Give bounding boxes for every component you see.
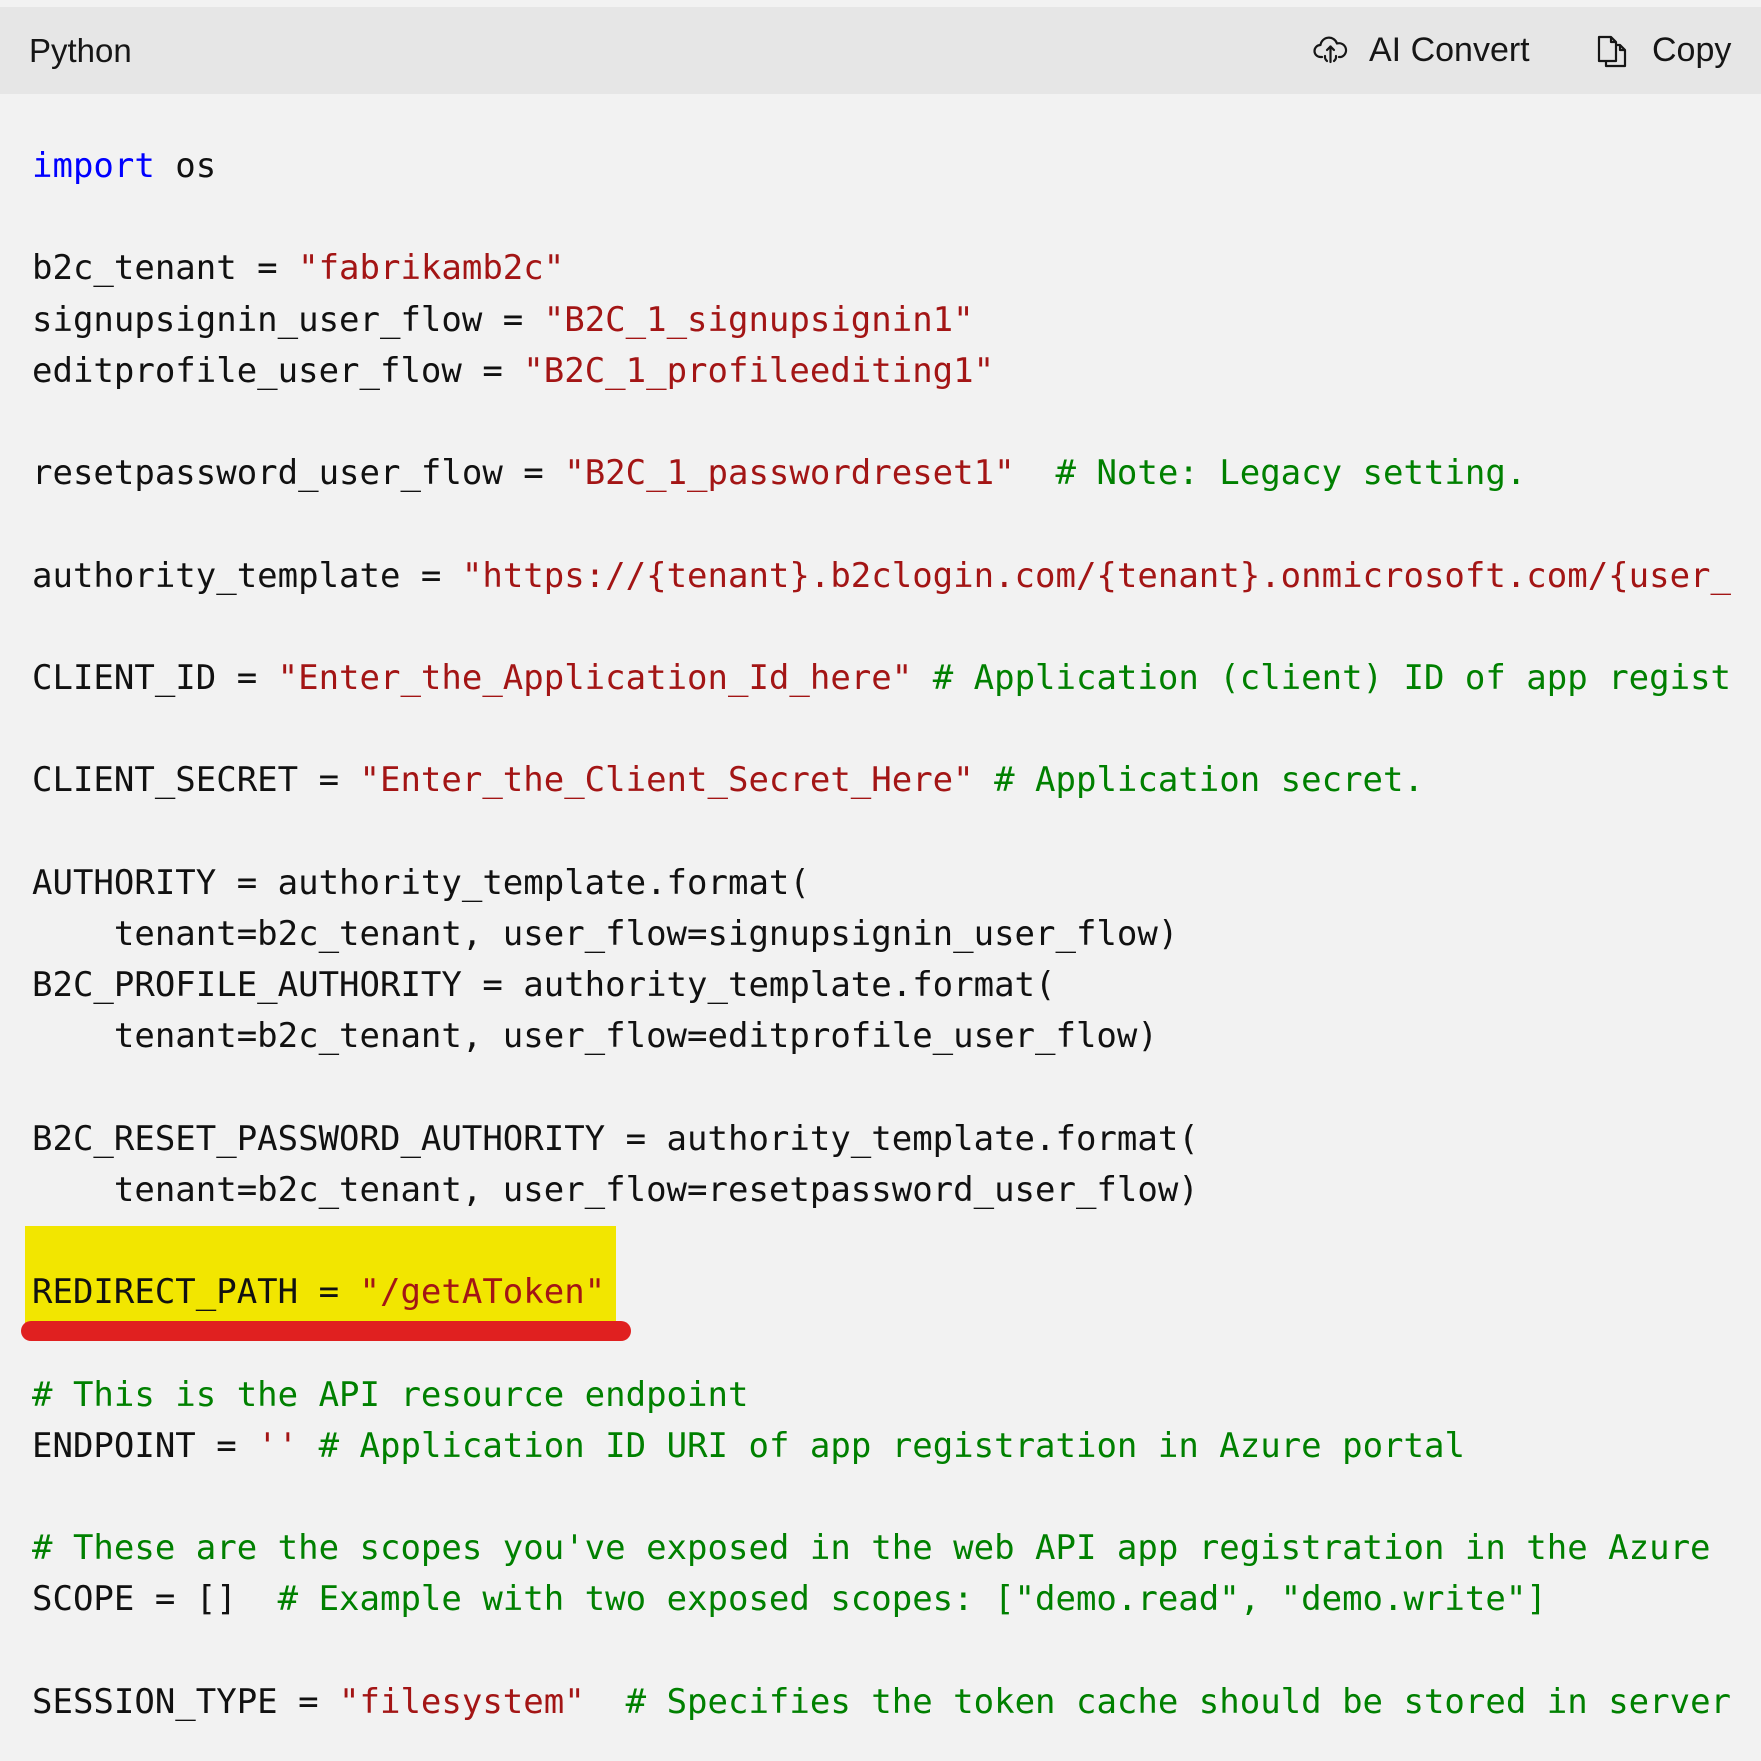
highlighted-code-line: REDIRECT_PATH = "/getAToken" xyxy=(32,1267,1731,1318)
copy-button[interactable]: Copy xyxy=(1594,7,1731,94)
code-token: tenant=b2c_tenant, user_flow=editprofile… xyxy=(32,1016,1158,1057)
code-string: "B2C_1_passwordreset1" xyxy=(564,453,1015,494)
language-label: Python xyxy=(29,32,132,69)
code-token: CLIENT_ID = xyxy=(32,657,278,698)
code-token: SCOPE = [] xyxy=(32,1579,278,1620)
code-comment: # These are the scopes you've exposed in… xyxy=(32,1528,1711,1569)
code-string: "fabrikamb2c" xyxy=(298,248,565,289)
code-token: signupsignin_user_flow = xyxy=(32,299,544,340)
code-line: signupsignin_user_flow = "B2C_1_signupsi… xyxy=(32,295,1731,346)
code-line: # This is the API resource endpoint xyxy=(32,1370,1731,1421)
code-token: b2c_tenant = xyxy=(32,248,299,289)
code-token: os xyxy=(154,146,217,186)
code-line: editprofile_user_flow = "B2C_1_profileed… xyxy=(32,346,1731,397)
code-token: tenant=b2c_tenant, user_flow=resetpasswo… xyxy=(32,1169,1199,1210)
code-line: tenant=b2c_tenant, user_flow=signupsigni… xyxy=(32,909,1731,960)
code-string: "https://{tenant}.b2clogin.com/{tenant}.… xyxy=(461,555,1731,596)
code-token: B2C_RESET_PASSWORD_AUTHORITY = authority… xyxy=(32,1118,1199,1159)
code-keyword: import xyxy=(32,146,155,186)
code-line: tenant=b2c_tenant, user_flow=resetpasswo… xyxy=(32,1165,1731,1216)
code-token: REDIRECT_PATH = xyxy=(32,1272,360,1313)
code-line: CLIENT_SECRET = "Enter_the_Client_Secret… xyxy=(32,755,1731,806)
ai-convert-button[interactable]: AI Convert xyxy=(1313,7,1530,94)
code-line: # These are the scopes you've exposed in… xyxy=(32,1523,1731,1574)
code-token: CLIENT_SECRET = xyxy=(32,760,360,801)
ai-convert-label: AI Convert xyxy=(1369,31,1530,69)
code-toolbar: Python AI Convert Copy xyxy=(0,7,1761,94)
code-comment: # Specifies the token cache should be st… xyxy=(625,1681,1732,1722)
copy-label: Copy xyxy=(1652,31,1732,69)
code-line: resetpassword_user_flow = "B2C_1_passwor… xyxy=(32,448,1731,499)
code-string: "B2C_1_profileediting1" xyxy=(523,350,995,391)
code-comment: # Application (client) ID of app regist xyxy=(932,657,1732,698)
code-token: SESSION_TYPE = xyxy=(32,1681,340,1722)
cloud-sync-icon xyxy=(1313,35,1349,67)
code-token: B2C_PROFILE_AUTHORITY = authority_templa… xyxy=(32,965,1056,1005)
code-line: import os xyxy=(32,141,1731,192)
code-string: "Enter_the_Application_Id_here" xyxy=(277,657,913,698)
code-line: tenant=b2c_tenant, user_flow=editprofile… xyxy=(32,1011,1731,1062)
code-token: ENDPOINT = xyxy=(32,1425,258,1466)
code-token: AUTHORITY = authority_template.format( xyxy=(32,862,810,903)
code-line: SCOPE = [] # Example with two exposed sc… xyxy=(32,1574,1731,1625)
code-line: SESSION_TYPE = "filesystem" # Specifies … xyxy=(32,1677,1731,1728)
code-string: "/getAToken" xyxy=(359,1272,606,1313)
code-string: "Enter_the_Client_Secret_Here" xyxy=(359,760,974,801)
code-string: "B2C_1_signupsignin1" xyxy=(543,299,974,340)
code-comment: # Application secret. xyxy=(994,760,1424,801)
code-line: AUTHORITY = authority_template.format( xyxy=(32,858,1731,909)
code-line: b2c_tenant = "fabrikamb2c" xyxy=(32,243,1731,294)
code-line: authority_template = "https://{tenant}.b… xyxy=(32,551,1731,602)
code-comment: # Example with two exposed scopes: ["dem… xyxy=(277,1579,1547,1620)
code-block: Python AI Convert Copy import os b2c_ten… xyxy=(0,0,1761,1761)
code-line: ENDPOINT = '' # Application ID URI of ap… xyxy=(32,1421,1731,1472)
code-token: resetpassword_user_flow = xyxy=(32,453,565,494)
copy-icon xyxy=(1594,33,1630,69)
code-line: B2C_RESET_PASSWORD_AUTHORITY = authority… xyxy=(32,1114,1731,1165)
code-comment: # This is the API resource endpoint xyxy=(32,1374,749,1415)
code-line: CLIENT_ID = "Enter_the_Application_Id_he… xyxy=(32,653,1731,704)
code-text: import os b2c_tenant = "fabrikamb2c" signu… xyxy=(32,141,1731,1728)
code-comment: # Application ID URI of app registration… xyxy=(318,1425,1465,1466)
code-token: editprofile_user_flow = xyxy=(32,350,524,391)
code-comment: # Note: Legacy setting. xyxy=(1055,453,1527,494)
code-line: B2C_PROFILE_AUTHORITY = authority_templa… xyxy=(32,960,1731,1011)
code-token: tenant=b2c_tenant, user_flow=signupsigni… xyxy=(32,913,1179,954)
code-string: "filesystem" xyxy=(339,1681,585,1722)
code-token: authority_template = xyxy=(32,555,462,596)
code-string: '' xyxy=(257,1425,299,1466)
